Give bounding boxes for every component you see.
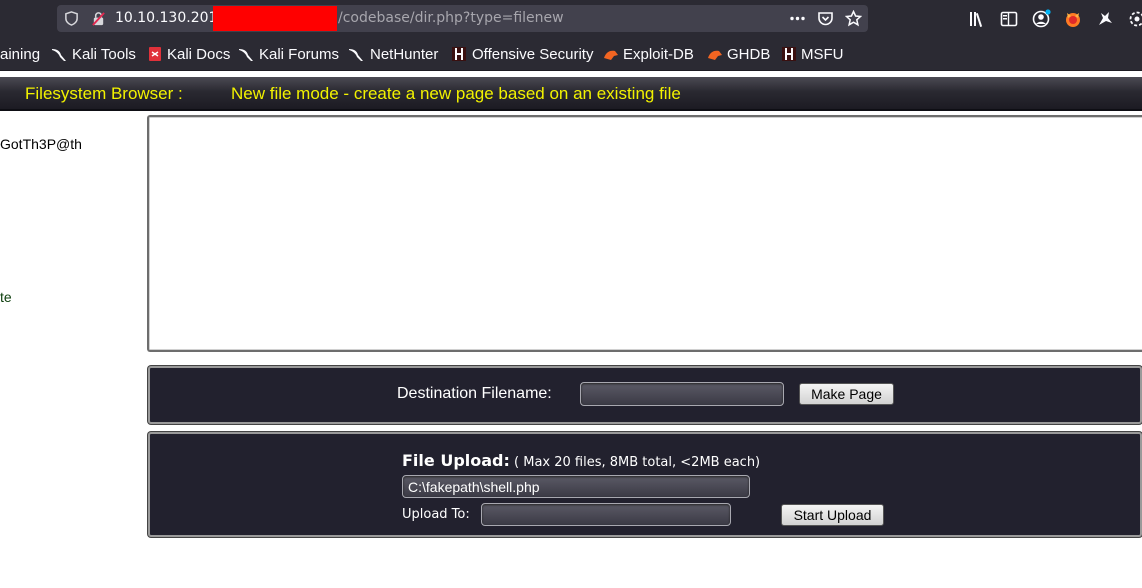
bookmark-label: aining bbox=[0, 46, 41, 63]
offsec-icon bbox=[452, 47, 466, 61]
file-upload-limits: ( Max 20 files, 8MB total, <2MB each) bbox=[509, 455, 761, 470]
address-bar[interactable]: 10.10.130.201 /codebase/dir.php?type=fil… bbox=[57, 5, 868, 32]
file-chooser-input[interactable] bbox=[402, 475, 750, 498]
offsec-icon bbox=[782, 47, 796, 61]
browser-toolbar: 10.10.130.201 /codebase/dir.php?type=fil… bbox=[0, 0, 1142, 38]
bookmark-label: MSFU bbox=[801, 46, 844, 63]
file-content-textarea[interactable] bbox=[147, 115, 1142, 352]
mode-description: New file mode - create a new page based … bbox=[231, 84, 681, 103]
bookmark-label: GHDB bbox=[727, 46, 771, 63]
url-host: 10.10.130.201 bbox=[115, 10, 218, 26]
kali-dragon-icon bbox=[52, 49, 66, 61]
library-icon[interactable] bbox=[967, 9, 987, 29]
redaction-box bbox=[213, 6, 337, 31]
destination-filename-label: Destination Filename: bbox=[397, 385, 552, 402]
exploit-db-icon bbox=[708, 50, 722, 60]
exploit-db-icon bbox=[604, 50, 618, 60]
sidebar-icon[interactable] bbox=[999, 9, 1019, 29]
file-upload-heading: File Upload: ( Max 20 files, 8MB total, … bbox=[402, 451, 760, 470]
pocket-icon[interactable] bbox=[817, 10, 834, 27]
bookmark-label: Offensive Security bbox=[472, 46, 594, 63]
page-actions-icon[interactable] bbox=[789, 10, 806, 27]
destination-panel: Destination Filename: Make Page bbox=[148, 366, 1142, 424]
upload-to-input[interactable] bbox=[481, 503, 731, 526]
destination-filename-input[interactable] bbox=[580, 382, 784, 406]
kali-docs-icon bbox=[149, 47, 161, 61]
bookmark-label: NetHunter bbox=[370, 46, 439, 63]
left-column-link[interactable]: te bbox=[0, 289, 12, 305]
kali-dragon-icon bbox=[349, 49, 363, 61]
bookmarks-toolbar: aining Kali Tools Kali Docs Kali Forums … bbox=[0, 38, 1142, 71]
extension-settings-icon[interactable] bbox=[1127, 9, 1142, 29]
make-page-button[interactable]: Make Page bbox=[799, 383, 894, 405]
page-title-bar: Filesystem Browser : New file mode - cre… bbox=[0, 77, 1142, 111]
account-icon[interactable] bbox=[1031, 9, 1051, 29]
page-title: Filesystem Browser : bbox=[25, 84, 183, 103]
left-column-text: GotTh3P@th bbox=[0, 136, 82, 152]
url-path: /codebase/dir.php?type=filenew bbox=[338, 10, 564, 26]
start-upload-button[interactable]: Start Upload bbox=[781, 504, 884, 526]
kali-dragon-icon bbox=[239, 49, 253, 61]
upload-to-label: Upload To: bbox=[402, 507, 470, 522]
bookmark-star-icon[interactable] bbox=[845, 10, 862, 27]
bookmark-label: Kali Forums bbox=[259, 46, 340, 63]
shield-icon[interactable] bbox=[64, 11, 79, 26]
file-upload-panel: File Upload: ( Max 20 files, 8MB total, … bbox=[148, 432, 1142, 537]
extension-paw-icon[interactable] bbox=[1095, 9, 1115, 29]
extension-fox-icon[interactable] bbox=[1063, 9, 1083, 29]
bookmark-label: Kali Tools bbox=[72, 46, 136, 63]
insecure-lock-icon[interactable] bbox=[91, 11, 106, 26]
bookmark-label: Kali Docs bbox=[167, 46, 231, 63]
bookmark-label: Exploit-DB bbox=[623, 46, 694, 63]
file-upload-title: File Upload: bbox=[402, 451, 510, 470]
